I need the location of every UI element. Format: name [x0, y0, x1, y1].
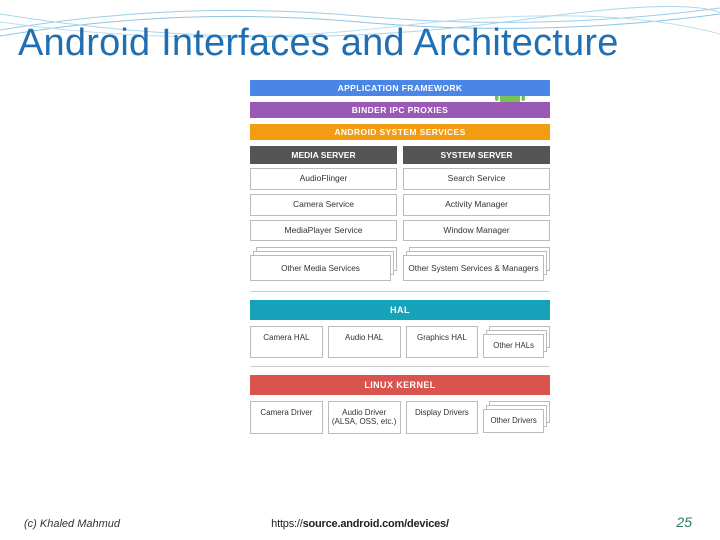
- layer-binder-ipc: BINDER IPC PROXIES: [250, 102, 550, 118]
- media-item: AudioFlinger: [250, 168, 397, 190]
- kernel-more-label: Other Drivers: [483, 409, 544, 433]
- layer-hal: HAL: [250, 300, 550, 320]
- hal-item: Audio HAL: [328, 326, 401, 358]
- media-server-header: MEDIA SERVER: [250, 146, 397, 164]
- hal-row: Camera HAL Audio HAL Graphics HAL Other …: [250, 326, 550, 358]
- page-number: 25: [676, 514, 692, 530]
- layer-system-services: ANDROID SYSTEM SERVICES: [250, 124, 550, 140]
- services-columns: MEDIA SERVER AudioFlinger Camera Service…: [250, 146, 550, 283]
- media-item: Camera Service: [250, 194, 397, 216]
- hal-item: Graphics HAL: [406, 326, 479, 358]
- source-url: https://source.android.com/devices/: [271, 518, 449, 530]
- system-more-label: Other System Services & Managers: [403, 255, 544, 281]
- kernel-item: Audio Driver (ALSA, OSS, etc.): [328, 401, 401, 433]
- page-title: Android Interfaces and Architecture: [18, 22, 619, 65]
- kernel-item: Display Drivers: [406, 401, 479, 433]
- divider: [250, 291, 550, 292]
- system-item: Window Manager: [403, 220, 550, 242]
- system-item: Search Service: [403, 168, 550, 190]
- divider: [250, 366, 550, 367]
- media-more-stack: Other Media Services: [250, 247, 397, 283]
- layer-linux-kernel: LINUX KERNEL: [250, 375, 550, 395]
- media-more-label: Other Media Services: [250, 255, 391, 281]
- system-item: Activity Manager: [403, 194, 550, 216]
- copyright-text: (c) Khaled Mahmud: [24, 518, 120, 530]
- kernel-item: Camera Driver: [250, 401, 323, 433]
- system-more-stack: Other System Services & Managers: [403, 247, 550, 283]
- system-server-header: SYSTEM SERVER: [403, 146, 550, 164]
- hal-item: Camera HAL: [250, 326, 323, 358]
- slide: Android Interfaces and Architecture APPL…: [0, 0, 720, 540]
- system-server-column: SYSTEM SERVER Search Service Activity Ma…: [403, 146, 550, 283]
- media-server-column: MEDIA SERVER AudioFlinger Camera Service…: [250, 146, 397, 283]
- source-url-text: source.android.com/devices/: [303, 518, 449, 530]
- media-item: MediaPlayer Service: [250, 220, 397, 242]
- layer-app-framework: APPLICATION FRAMEWORK: [250, 80, 550, 96]
- hal-more-stack: Other HALs: [483, 326, 550, 358]
- kernel-more-stack: Other Drivers: [483, 401, 550, 433]
- kernel-row: Camera Driver Audio Driver (ALSA, OSS, e…: [250, 401, 550, 433]
- architecture-diagram: APPLICATION FRAMEWORK BINDER IPC PROXIES…: [250, 80, 550, 500]
- hal-more-label: Other HALs: [483, 334, 544, 358]
